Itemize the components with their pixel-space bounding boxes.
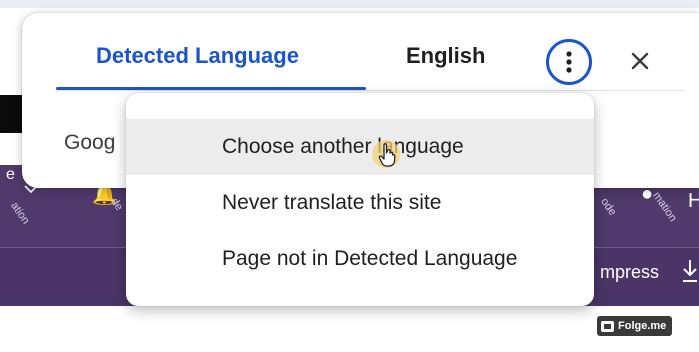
page-nav-text-fragment: e	[6, 166, 15, 183]
download-arrow-icon[interactable]	[680, 258, 699, 284]
menu-item-label: Choose another language	[222, 135, 464, 158]
watermark-badge: Folge.me	[597, 316, 673, 336]
tab-detected-language[interactable]: Detected Language	[96, 43, 299, 69]
hand-cursor-icon	[372, 140, 400, 168]
more-vert-icon	[566, 51, 572, 73]
compress-link[interactable]: mpress	[600, 262, 659, 283]
page-dark-block	[0, 95, 24, 133]
watermark-label: Folge.me	[618, 320, 667, 332]
close-icon	[631, 52, 649, 70]
close-button[interactable]	[622, 43, 658, 79]
menu-item-label: Never translate this site	[222, 191, 442, 214]
menu-item-label: Page not in Detected Language	[222, 247, 518, 270]
tab-english[interactable]: English	[406, 43, 485, 69]
menu-item-page-not-in-language[interactable]: Page not in Detected Language	[126, 231, 594, 287]
google-translate-label: Goog	[64, 131, 116, 154]
options-menu: Choose another language Never translate …	[126, 93, 594, 306]
selected-tab-indicator	[56, 87, 366, 90]
page-nav-text-fragment: H	[688, 190, 699, 212]
tab-divider	[56, 90, 684, 91]
menu-item-never-translate-site[interactable]: Never translate this site	[126, 175, 594, 231]
folge-logo-icon	[601, 320, 614, 332]
menu-item-choose-another-language[interactable]: Choose another language	[126, 119, 594, 175]
more-options-button[interactable]	[546, 39, 592, 85]
page-top-strip	[0, 0, 699, 8]
